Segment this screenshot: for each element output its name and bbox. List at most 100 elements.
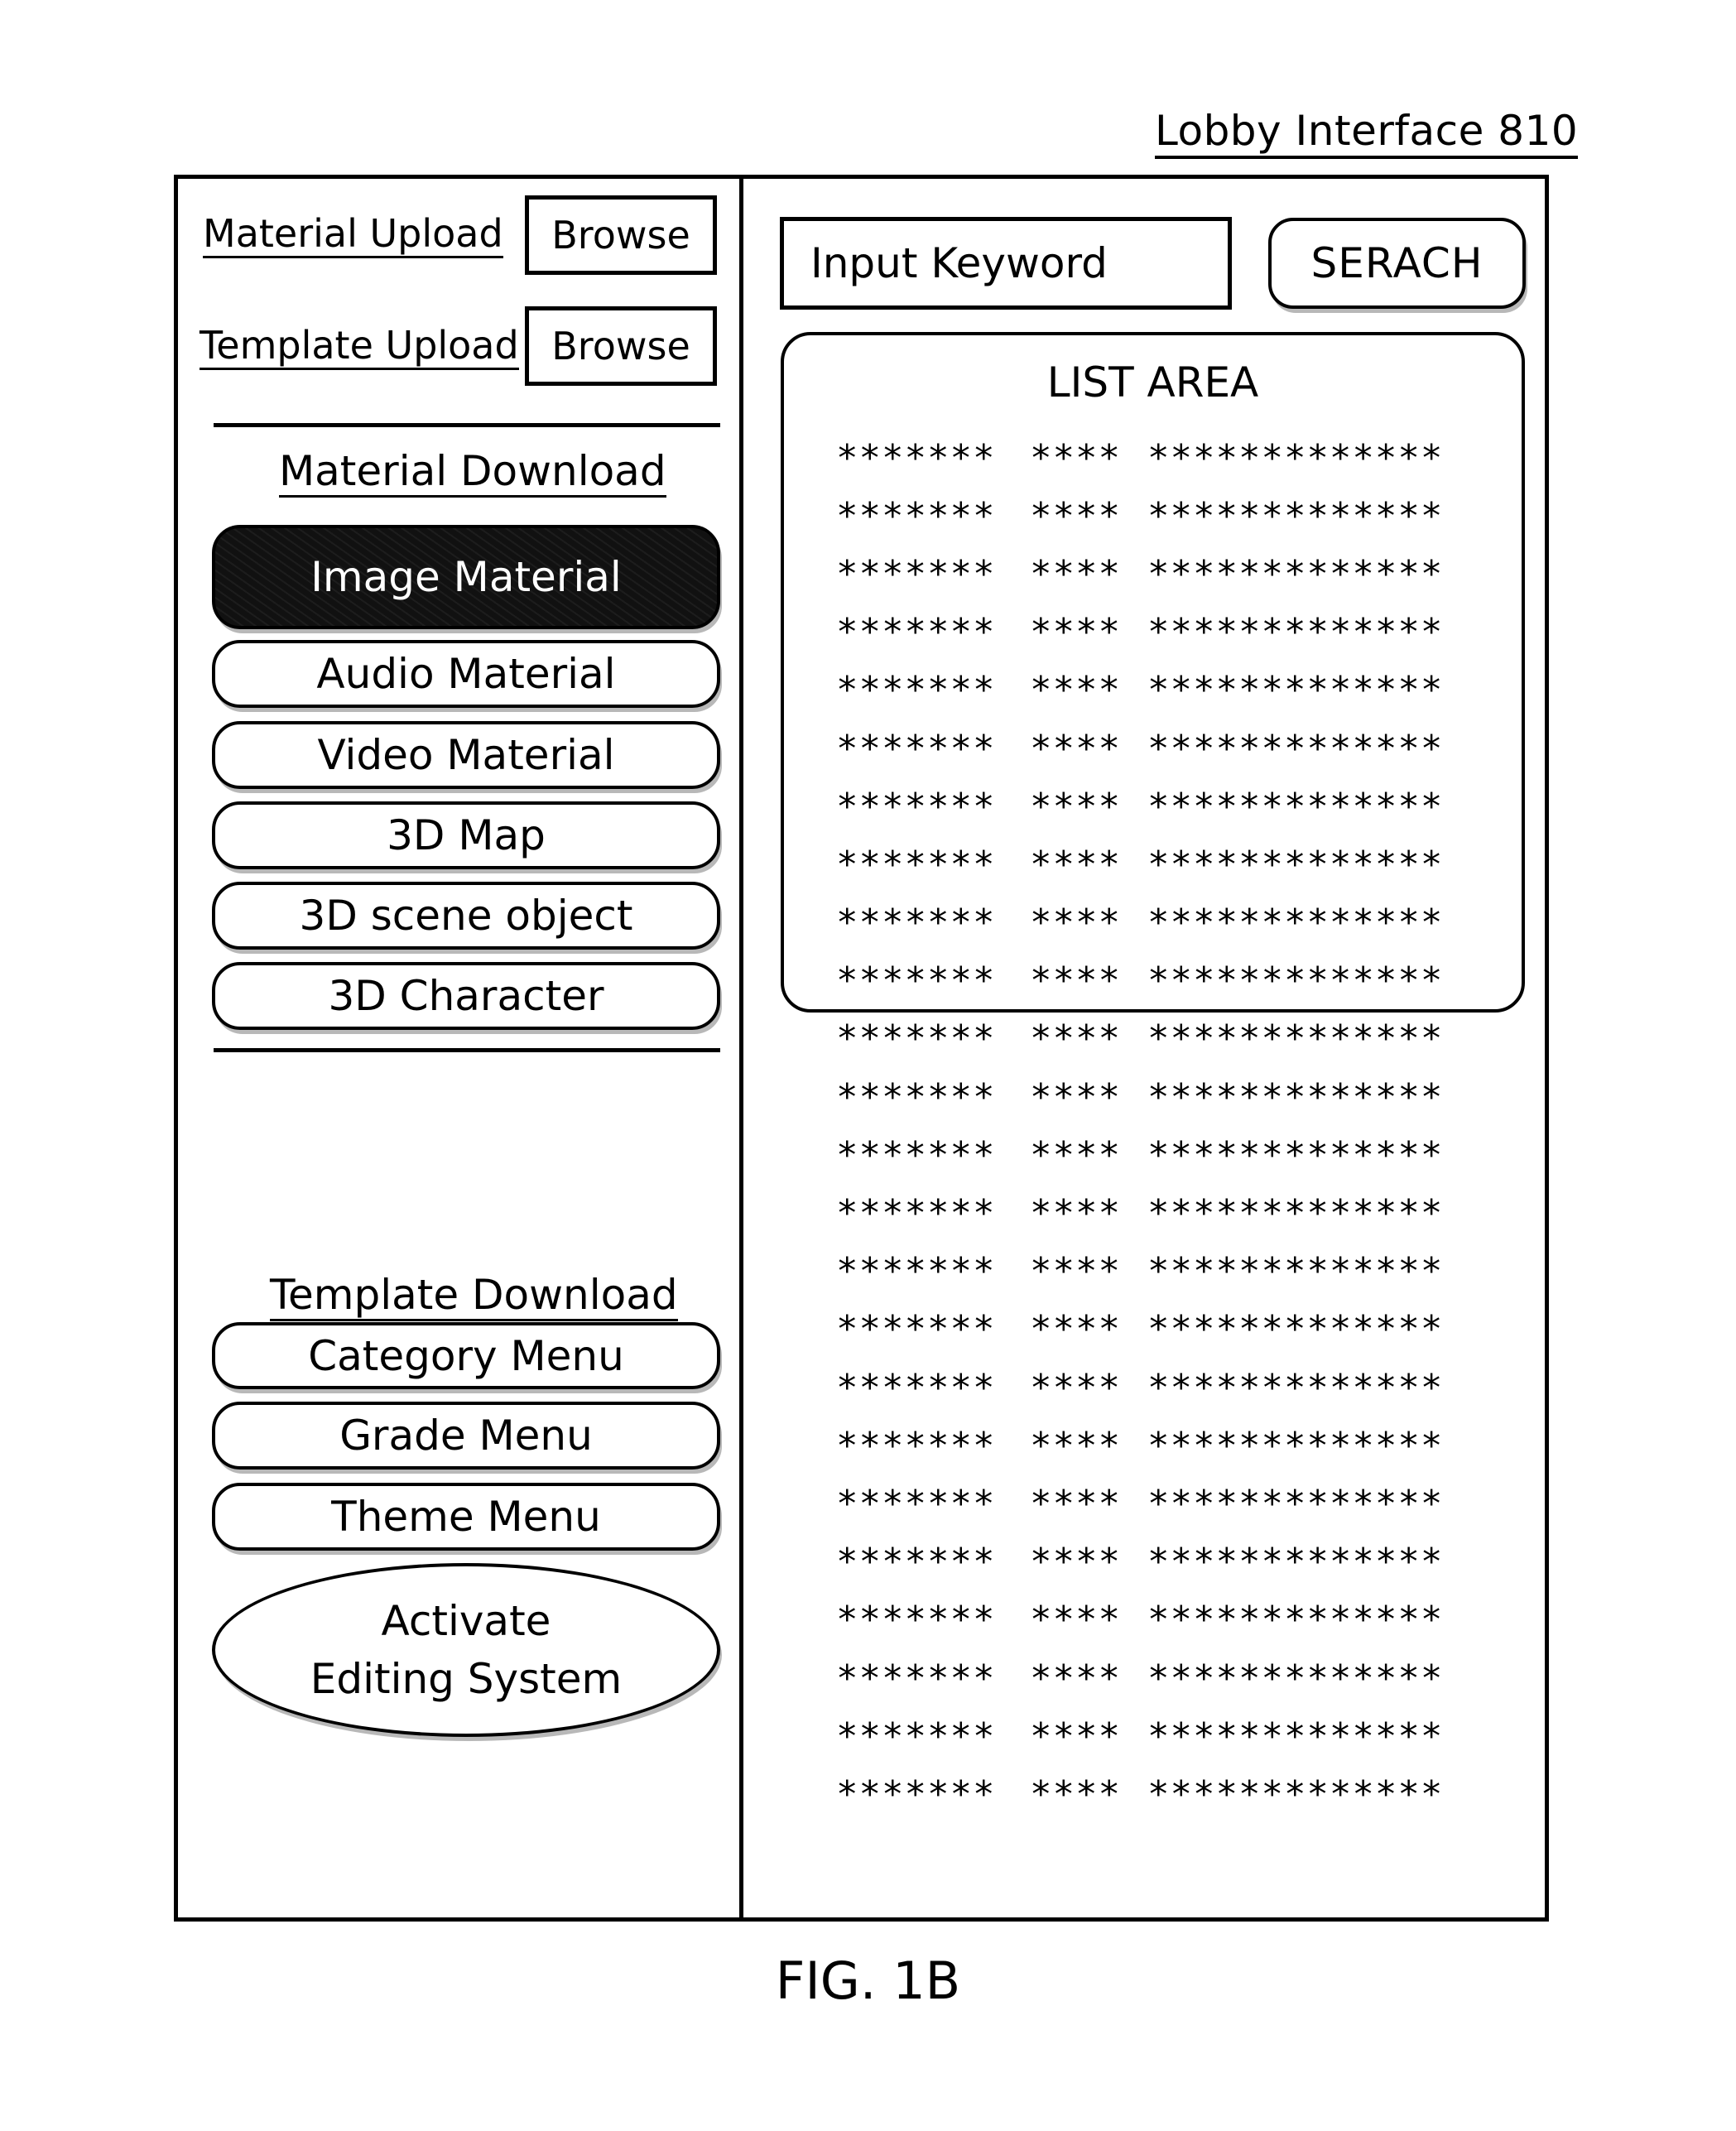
list-item[interactable]: ******* **** ************* [836, 1359, 1495, 1417]
list-item-field-2: **** [1030, 902, 1121, 945]
activate-label-line2: Editing System [310, 1655, 623, 1703]
list-item-field-2: **** [1030, 1366, 1121, 1409]
activate-label-line1: Activate [381, 1597, 551, 1645]
list-item-field-3: ************* [1147, 494, 1444, 537]
3d-map-button[interactable]: 3D Map [212, 801, 720, 869]
list-item[interactable]: ******* **** ************* [836, 661, 1495, 719]
list-item-field-3: ************* [1147, 1192, 1444, 1235]
activate-editing-system-button[interactable]: Activate Editing System [212, 1563, 720, 1737]
grade-menu-button[interactable]: Grade Menu [212, 1402, 720, 1470]
list-item-field-3: ************* [1147, 785, 1444, 828]
list-item-field-3: ************* [1147, 1017, 1444, 1061]
figure-title: Lobby Interface 810 [1155, 106, 1579, 159]
list-item[interactable]: ******* **** ************* [836, 1649, 1495, 1707]
list-item-field-1: ******* [836, 1017, 996, 1061]
list-item-field-1: ******* [836, 1715, 996, 1758]
template-upload-label: Template Upload [200, 323, 519, 370]
list-item[interactable]: ******* **** ************* [836, 1010, 1495, 1068]
list-item-field-1: ******* [836, 552, 996, 595]
list-item[interactable]: ******* **** ************* [836, 1243, 1495, 1301]
list-item[interactable]: ******* **** ************* [836, 1591, 1495, 1649]
material-browse-button[interactable]: Browse [525, 195, 717, 275]
section-divider [214, 423, 720, 427]
list-item-field-1: ******* [836, 436, 996, 479]
list-item[interactable]: ******* **** ************* [836, 1417, 1495, 1474]
theme-menu-button[interactable]: Theme Menu [212, 1483, 720, 1551]
list-item-field-1: ******* [836, 902, 996, 945]
list-item-field-1: ******* [836, 1192, 996, 1235]
3d-character-button[interactable]: 3D Character [212, 962, 720, 1030]
list-item[interactable]: ******* **** ************* [836, 1474, 1495, 1532]
material-upload-label: Material Upload [203, 211, 503, 258]
list-item[interactable]: ******* **** ************* [836, 545, 1495, 603]
list-item-field-2: **** [1030, 1773, 1121, 1816]
list-item-field-1: ******* [836, 494, 996, 537]
video-material-button[interactable]: Video Material [212, 721, 720, 789]
image-material-button[interactable]: Image Material [212, 525, 720, 629]
panel-divider [739, 175, 743, 1918]
list-item-field-2: **** [1030, 1192, 1121, 1235]
list-item-field-3: ************* [1147, 1250, 1444, 1293]
list-item-field-2: **** [1030, 960, 1121, 1003]
list-item-field-1: ******* [836, 727, 996, 770]
list-item[interactable]: ******* **** ************* [836, 487, 1495, 545]
keyword-input[interactable]: Input Keyword [780, 217, 1232, 310]
list-item-field-3: ************* [1147, 1424, 1444, 1467]
list-item[interactable]: ******* **** ************* [836, 1301, 1495, 1359]
list-item-field-1: ******* [836, 1424, 996, 1467]
category-menu-button[interactable]: Category Menu [212, 1322, 720, 1389]
list-item-field-2: **** [1030, 1715, 1121, 1758]
list-item-field-2: **** [1030, 1657, 1121, 1700]
list-item[interactable]: ******* **** ************* [836, 777, 1495, 835]
list-item[interactable]: ******* **** ************* [836, 835, 1495, 893]
list-item-field-2: **** [1030, 1017, 1121, 1061]
list-item-field-2: **** [1030, 669, 1121, 712]
list-item-field-3: ************* [1147, 552, 1444, 595]
list-item[interactable]: ******* **** ************* [836, 1765, 1495, 1823]
list-item[interactable]: ******* **** ************* [836, 952, 1495, 1010]
list-item-field-1: ******* [836, 669, 996, 712]
list-item-field-3: ************* [1147, 1482, 1444, 1525]
template-download-heading: Template Download [270, 1271, 678, 1321]
list-item-field-1: ******* [836, 1599, 996, 1642]
list-item-field-2: **** [1030, 1599, 1121, 1642]
figure-caption: FIG. 1B [775, 1951, 961, 2011]
list-item-field-1: ******* [836, 1482, 996, 1525]
list-item-field-1: ******* [836, 1075, 996, 1118]
list-item[interactable]: ******* **** ************* [836, 1068, 1495, 1126]
list-item[interactable]: ******* **** ************* [836, 719, 1495, 777]
list-item-field-2: **** [1030, 552, 1121, 595]
list-item-field-3: ************* [1147, 1657, 1444, 1700]
list-item[interactable]: ******* **** ************* [836, 604, 1495, 661]
list-item[interactable]: ******* **** ************* [836, 1533, 1495, 1591]
list-item-field-2: **** [1030, 494, 1121, 537]
list-item-field-3: ************* [1147, 727, 1444, 770]
list-item-field-1: ******* [836, 1773, 996, 1816]
list-item-field-1: ******* [836, 611, 996, 654]
list-item-field-3: ************* [1147, 843, 1444, 886]
3d-scene-object-button[interactable]: 3D scene object [212, 882, 720, 950]
audio-material-button[interactable]: Audio Material [212, 640, 720, 708]
list-item-field-2: **** [1030, 1133, 1121, 1176]
template-browse-button[interactable]: Browse [525, 306, 717, 386]
list-item-field-3: ************* [1147, 902, 1444, 945]
list-item-field-2: **** [1030, 1250, 1121, 1293]
list-item-field-3: ************* [1147, 1308, 1444, 1351]
list-item-field-3: ************* [1147, 1715, 1444, 1758]
list-item[interactable]: ******* **** ************* [836, 1184, 1495, 1242]
list-item-field-1: ******* [836, 785, 996, 828]
list-item[interactable]: ******* **** ************* [836, 1126, 1495, 1184]
list-rows: ******* **** ************* ******* **** *****… [836, 429, 1495, 1824]
list-item-field-2: **** [1030, 1424, 1121, 1467]
list-item-field-2: **** [1030, 1075, 1121, 1118]
list-area-title: LIST AREA [1046, 358, 1259, 406]
list-item[interactable]: ******* **** ************* [836, 429, 1495, 487]
list-item-field-3: ************* [1147, 669, 1444, 712]
list-item-field-2: **** [1030, 1541, 1121, 1584]
list-item-field-2: **** [1030, 785, 1121, 828]
search-button[interactable]: SERACH [1268, 218, 1526, 309]
list-item[interactable]: ******* **** ************* [836, 894, 1495, 952]
list-item-field-3: ************* [1147, 1133, 1444, 1176]
list-item[interactable]: ******* **** ************* [836, 1707, 1495, 1765]
list-item-field-3: ************* [1147, 1075, 1444, 1118]
